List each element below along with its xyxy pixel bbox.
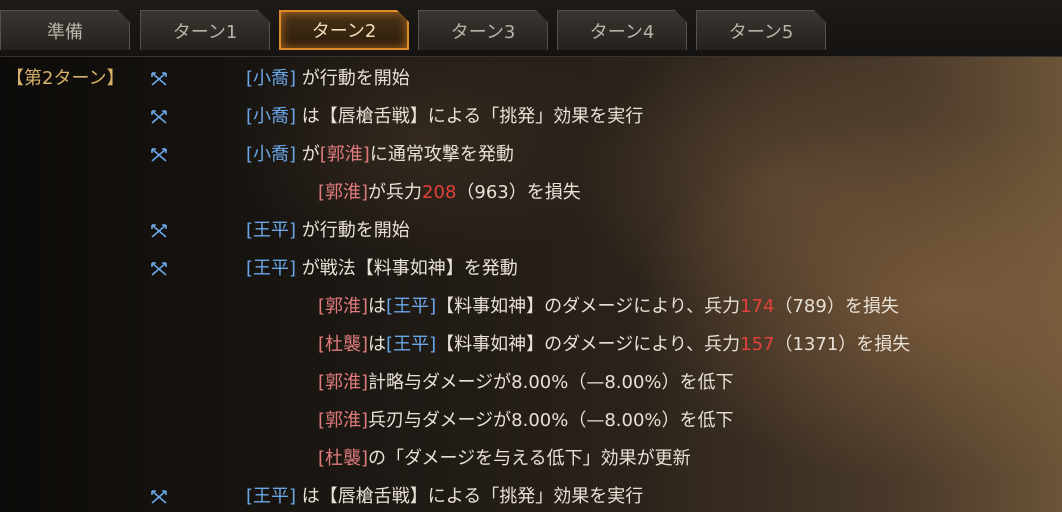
- crossed-swords-icon: [151, 490, 167, 504]
- ally-name: [小喬]: [246, 68, 297, 89]
- log-text: は【唇槍舌戦】による「挑発」効果を実行: [296, 486, 644, 507]
- log-text: 【料事如神】のダメージにより、兵力: [436, 296, 741, 317]
- enemy-name: [杜襲]: [318, 448, 369, 469]
- log-text: が戦法【料事如神】を発動: [296, 258, 518, 279]
- damage-value: 208: [422, 182, 457, 203]
- ally-name: [王平]: [386, 334, 437, 355]
- log-text: （789）を損失: [774, 296, 899, 317]
- log-text: 計略与ダメージが8.00%（—8.00%）を低下: [368, 372, 734, 393]
- enemy-name: [杜襲]: [318, 334, 369, 355]
- log-text: （1371）を損失: [774, 334, 911, 355]
- damage-value: 174: [740, 296, 775, 317]
- crossed-swords-icon: [151, 262, 167, 276]
- crossed-swords-icon: [151, 224, 167, 238]
- tab-turn-4[interactable]: ターン4: [557, 10, 687, 50]
- damage-value: 157: [740, 334, 775, 355]
- log-text: が行動を開始: [296, 68, 410, 89]
- ally-name: [小喬]: [246, 106, 297, 127]
- log-text: は: [368, 296, 387, 317]
- log-text: に通常攻撃を発動: [369, 144, 514, 165]
- log-text: 兵刃与ダメージが8.00%（—8.00%）を低下: [368, 410, 734, 431]
- tab-turn-2[interactable]: ターン2: [279, 10, 409, 50]
- enemy-name: [郭淮]: [318, 296, 369, 317]
- crossed-swords-icon: [151, 72, 167, 86]
- log-text: が兵力: [368, 182, 423, 203]
- enemy-name: [郭淮]: [318, 182, 369, 203]
- ally-name: [王平]: [246, 486, 297, 507]
- log-text: （963）を損失: [456, 182, 581, 203]
- log-text: 【料事如神】のダメージにより、兵力: [436, 334, 741, 355]
- crossed-swords-icon: [151, 110, 167, 124]
- ally-name: [王平]: [246, 258, 297, 279]
- ally-name: [小喬]: [246, 144, 297, 165]
- crossed-swords-icon: [151, 148, 167, 162]
- enemy-name: [郭淮]: [319, 144, 370, 165]
- enemy-name: [郭淮]: [318, 372, 369, 393]
- ally-name: [王平]: [246, 220, 297, 241]
- log-text: は【唇槍舌戦】による「挑発」効果を実行: [296, 106, 644, 127]
- log-text: が行動を開始: [296, 220, 410, 241]
- turn-tab-bar: 準備 ターン1 ターン2 ターン3 ターン4 ターン5: [0, 0, 1062, 57]
- tab-turn-1[interactable]: ターン1: [140, 10, 270, 50]
- tab-turn-5[interactable]: ターン5: [696, 10, 826, 50]
- log-text: が: [296, 144, 320, 165]
- turn-label: 【第2ターン】: [6, 68, 125, 89]
- log-text: の「ダメージを与える低下」効果が更新: [368, 448, 691, 469]
- log-text: は: [368, 334, 387, 355]
- tab-turn-3[interactable]: ターン3: [418, 10, 548, 50]
- enemy-name: [郭淮]: [318, 410, 369, 431]
- ally-name: [王平]: [386, 296, 437, 317]
- tab-preparation[interactable]: 準備: [0, 10, 130, 50]
